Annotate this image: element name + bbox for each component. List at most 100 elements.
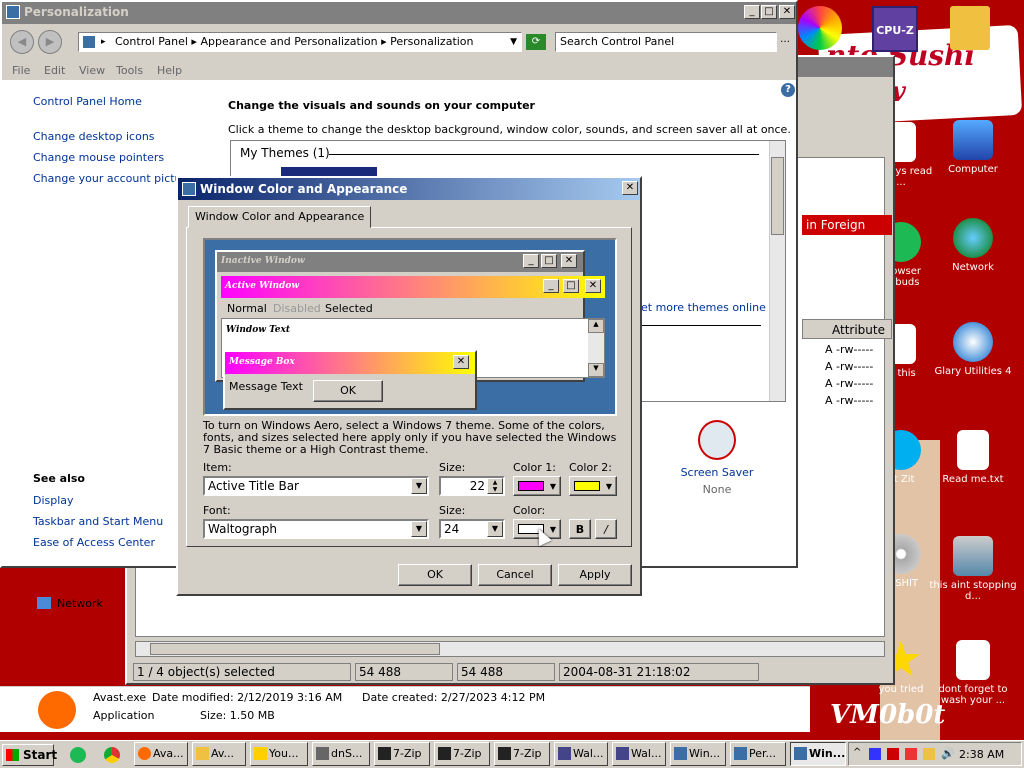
menu-help[interactable]: Help: [157, 64, 182, 77]
network-nav-item[interactable]: Network: [37, 597, 103, 610]
folder-icon: [196, 747, 209, 760]
search-icon[interactable]: …: [780, 34, 790, 45]
cpuz-icon[interactable]: CPU-Z: [872, 6, 918, 52]
computer-icon: [953, 120, 993, 160]
fm-foreign-bar: in Foreign look: [802, 215, 892, 252]
desktop-icon-washyour[interactable]: dont forget to wash your ...: [928, 640, 1018, 706]
menu-edit[interactable]: Edit: [44, 64, 65, 77]
spin-icon[interactable]: ▲ ▼: [487, 478, 503, 494]
tray-folder-icon[interactable]: [923, 748, 935, 760]
font-size-select[interactable]: 24 ▼: [439, 519, 505, 539]
change-account-picture-link[interactable]: Change your account picture: [33, 172, 193, 185]
menu-file[interactable]: File: [12, 64, 30, 77]
desktop-icon-stopping[interactable]: this aint stopping d...: [928, 536, 1018, 602]
taskbar-item-wal-2[interactable]: Wal...: [612, 742, 666, 766]
taskbar-item-7zip-2[interactable]: 7-Zip: [434, 742, 490, 766]
user-folder-icon[interactable]: [950, 6, 990, 50]
taskbar-item-win-1[interactable]: Win...: [670, 742, 726, 766]
change-mouse-pointers-link[interactable]: Change mouse pointers: [33, 151, 164, 164]
forward-arrow-icon[interactable]: ▶: [38, 30, 62, 54]
back-arrow-icon[interactable]: ◀: [10, 30, 34, 54]
fm-attr-row: A -rw-----: [825, 343, 874, 356]
preview-inactive-titlebar: Inactive Window _ □ ✕: [217, 252, 583, 272]
get-more-themes-link[interactable]: et more themes online: [641, 301, 766, 314]
dialog-close-button[interactable]: ✕: [622, 181, 638, 195]
preview-menu-normal: Normal: [227, 302, 267, 315]
quicklaunch-spotify-icon[interactable]: [70, 747, 86, 763]
minimize-button[interactable]: _: [744, 5, 760, 19]
taskbar-item-wal-1[interactable]: Wal...: [554, 742, 608, 766]
menu-tools[interactable]: Tools: [116, 64, 143, 77]
font-label: Font:: [203, 504, 231, 517]
taskbar-item-7zip-3[interactable]: 7-Zip: [494, 742, 550, 766]
cancel-button[interactable]: Cancel: [478, 564, 552, 586]
taskbar-start-menu-link[interactable]: Taskbar and Start Menu: [33, 515, 163, 528]
control-panel-home-link[interactable]: Control Panel Home: [33, 95, 142, 108]
fm-hscrollbar[interactable]: [135, 641, 885, 657]
calendar-file-icon: [956, 640, 990, 680]
tray-app-icon[interactable]: [869, 748, 881, 760]
font-size-label: Size:: [439, 504, 466, 517]
desktop-icon-computer[interactable]: Computer: [928, 120, 1018, 175]
desktop-icon-network[interactable]: Network: [928, 218, 1018, 273]
font-icon: [616, 747, 629, 760]
avast-filename: Avast.exe: [93, 691, 147, 704]
taskbar-item-you[interactable]: You...: [250, 742, 308, 766]
change-desktop-icons-link[interactable]: Change desktop icons: [33, 130, 155, 143]
volume-icon[interactable]: 🔊: [941, 747, 955, 760]
breadcrumb-3[interactable]: Personalization: [390, 35, 473, 48]
screen-saver-option[interactable]: Screen Saver None: [672, 420, 762, 496]
desktop-icon-readme[interactable]: Read me.txt: [928, 430, 1018, 485]
chevron-down-icon[interactable]: ▼: [411, 521, 427, 537]
italic-button[interactable]: /: [595, 519, 617, 539]
ok-button[interactable]: OK: [398, 564, 472, 586]
color1-picker[interactable]: ▼: [513, 476, 561, 496]
apply-button[interactable]: Apply: [558, 564, 632, 586]
display-link[interactable]: Display: [33, 494, 74, 507]
warning-icon: [254, 747, 267, 760]
refresh-icon[interactable]: ⟳: [526, 34, 546, 50]
avast-icon: [38, 691, 76, 729]
chevron-down-icon[interactable]: ▼: [411, 478, 427, 494]
close-button[interactable]: ✕: [779, 5, 795, 19]
themes-vscrollbar[interactable]: [769, 141, 785, 401]
breadcrumb-1[interactable]: Control Panel: [115, 35, 188, 48]
taskbar-item-win-2[interactable]: Win...: [790, 742, 846, 766]
fm-status-3: 54 488: [457, 663, 555, 681]
bold-button[interactable]: B: [569, 519, 591, 539]
fm-attribute-header[interactable]: Attribute: [802, 319, 892, 339]
address-bar[interactable]: ▸ Control Panel ▸ Appearance and Persona…: [78, 32, 522, 52]
rainbow-app-icon[interactable]: [798, 6, 842, 50]
color2-picker[interactable]: ▼: [569, 476, 617, 496]
item-size-stepper[interactable]: 22 ▲ ▼: [439, 476, 505, 496]
fm-attr-row: A -rw-----: [825, 360, 874, 373]
quicklaunch-chrome-icon[interactable]: [104, 747, 120, 763]
tray-flag-icon[interactable]: [887, 748, 899, 760]
dialog-tab[interactable]: Window Color and Appearance: [188, 206, 372, 228]
window-icon: [674, 747, 687, 760]
taskbar-item-avast[interactable]: Ava...: [134, 742, 188, 766]
desktop-icon-glary[interactable]: Glary Utilities 4: [928, 322, 1018, 377]
avast-created: Date created: 2/27/2023 4:12 PM: [362, 691, 546, 704]
preview-close-icon: ✕: [561, 254, 577, 268]
taskbar-item-per[interactable]: Per...: [730, 742, 786, 766]
tray-security-icon[interactable]: [905, 748, 917, 760]
taskbar-item-av[interactable]: Av...: [192, 742, 246, 766]
taskbar-item-dns[interactable]: dnS...: [312, 742, 370, 766]
maximize-button[interactable]: □: [761, 5, 777, 19]
item-select[interactable]: Active Title Bar ▼: [203, 476, 429, 496]
search-input[interactable]: Search Control Panel: [555, 32, 777, 52]
color1-swatch: [518, 481, 544, 491]
chevron-down-icon[interactable]: ▼: [487, 521, 503, 537]
taskbar-item-7zip-1[interactable]: 7-Zip: [374, 742, 430, 766]
address-dropdown-icon[interactable]: ▼: [510, 33, 517, 51]
tray-clock[interactable]: 2:38 AM: [959, 748, 1004, 761]
menu-view[interactable]: View: [79, 64, 105, 77]
start-button[interactable]: Start: [2, 744, 57, 766]
system-tray: ^ 🔊 2:38 AM: [848, 742, 1022, 766]
tray-expand-icon[interactable]: ^: [853, 747, 861, 758]
breadcrumb-2[interactable]: Appearance and Personalization: [200, 35, 377, 48]
ease-of-access-link[interactable]: Ease of Access Center: [33, 536, 155, 549]
help-icon[interactable]: ?: [781, 83, 795, 97]
font-select[interactable]: Waltograph ▼: [203, 519, 429, 539]
